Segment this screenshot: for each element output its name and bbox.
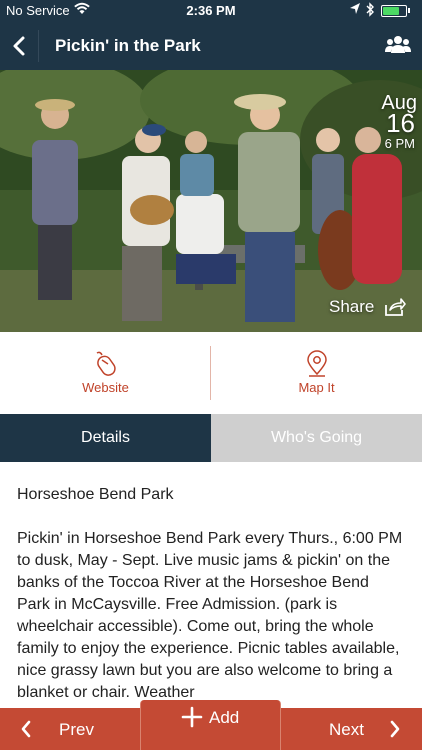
- prev-button[interactable]: Prev: [0, 708, 140, 750]
- tab-details[interactable]: Details: [0, 414, 211, 462]
- nav-bar: Pickin' in the Park: [0, 22, 422, 70]
- mouse-icon: [93, 350, 119, 378]
- website-button[interactable]: Website: [0, 332, 211, 414]
- map-it-label: Map It: [298, 380, 335, 395]
- map-it-button[interactable]: Map It: [211, 332, 422, 414]
- plus-icon: [181, 706, 203, 728]
- event-photo-scene: [0, 70, 422, 332]
- event-day: 16: [386, 108, 415, 138]
- event-time: 6 PM: [384, 136, 415, 151]
- tab-bar: Details Who's Going: [0, 414, 422, 462]
- people-icon[interactable]: [385, 34, 411, 56]
- share-button-label[interactable]: Share: [329, 297, 374, 317]
- next-label: Next: [329, 720, 364, 739]
- website-label: Website: [82, 380, 129, 395]
- battery-icon: [381, 5, 407, 17]
- bluetooth-icon: [365, 2, 375, 21]
- event-photo: Aug 16 6 PM Share: [0, 70, 422, 332]
- prev-label: Prev: [59, 720, 94, 739]
- location-arrow-icon: [349, 2, 361, 19]
- page-title: Pickin' in the Park: [55, 36, 201, 55]
- chevron-left-icon[interactable]: [8, 32, 32, 60]
- venue-name: Horseshoe Bend Park: [17, 486, 174, 503]
- bottom-bar: Prev Add Next: [0, 700, 422, 750]
- event-description: Pickin' in Horseshoe Bend Park every Thu…: [17, 530, 403, 701]
- share-icon[interactable]: [384, 297, 406, 317]
- status-bar: No Service 2:36 PM: [0, 0, 422, 22]
- action-row: Website Map It: [0, 332, 422, 414]
- next-button[interactable]: Next: [282, 708, 422, 750]
- chevron-left-icon: [20, 720, 32, 738]
- tab-whos-going[interactable]: Who's Going: [211, 414, 422, 462]
- details-content: Horseshoe Bend Park Pickin' in Horseshoe…: [0, 462, 422, 709]
- nav-divider: [38, 30, 39, 62]
- add-button[interactable]: Add: [140, 700, 281, 750]
- map-pin-icon: [304, 350, 330, 378]
- chevron-right-icon: [389, 720, 401, 738]
- add-label: Add: [209, 708, 240, 727]
